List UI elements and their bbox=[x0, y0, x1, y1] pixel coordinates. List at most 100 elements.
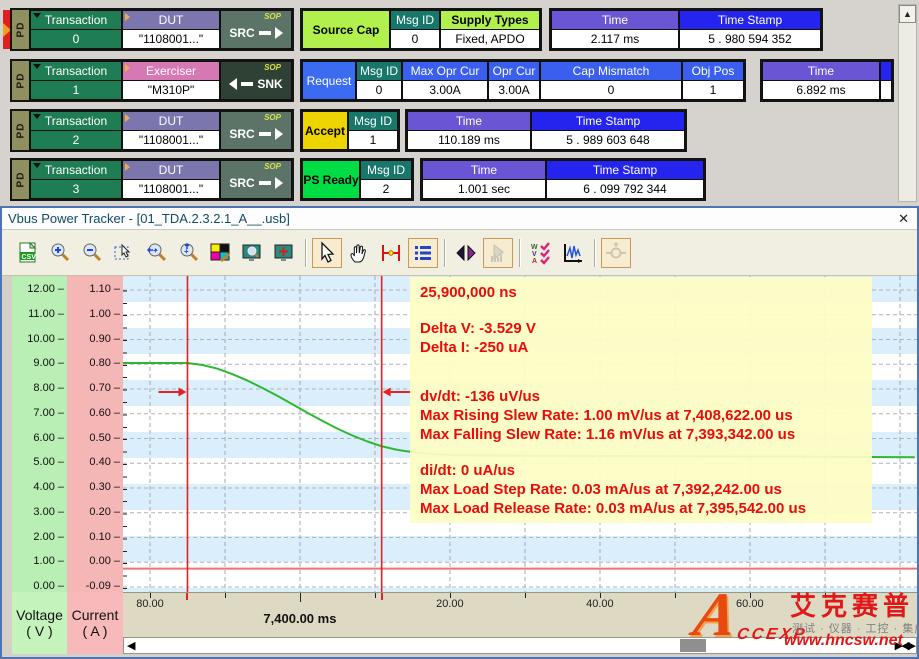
transaction-header[interactable]: Transaction bbox=[30, 111, 122, 131]
voltage-tick-label: 9.00 – bbox=[33, 357, 64, 371]
field-col: Msg ID0 bbox=[356, 61, 402, 100]
svg-text:+: + bbox=[184, 247, 189, 256]
select-cursor-icon[interactable] bbox=[312, 238, 342, 268]
voltage-tick-label: 1.00 – bbox=[33, 555, 64, 569]
close-icon[interactable]: ✕ bbox=[898, 211, 909, 227]
direction-row: SNK bbox=[221, 77, 291, 91]
device-header[interactable]: DUT bbox=[122, 10, 220, 30]
message-group: PS ReadyMsg ID2 bbox=[300, 158, 414, 201]
arrow-bar-icon bbox=[259, 181, 271, 185]
current-tick-label: 0.60 – bbox=[89, 407, 120, 421]
svg-text:W: W bbox=[531, 244, 538, 251]
device-value: "1108001..." bbox=[122, 180, 220, 199]
time-header: Time bbox=[422, 160, 546, 180]
export-csv-icon[interactable]: CSV bbox=[13, 238, 43, 268]
time-col bbox=[880, 61, 892, 100]
plot-edge-ticks bbox=[123, 279, 127, 592]
sort-down-icon bbox=[33, 163, 41, 168]
scale-waveform-icon[interactable] bbox=[558, 238, 588, 268]
collapse-markers-icon[interactable] bbox=[451, 238, 481, 268]
arrow-bar-icon bbox=[259, 132, 271, 136]
time-header: Time Stamp bbox=[531, 111, 685, 131]
x-minor-tick bbox=[375, 593, 376, 598]
transactions-scrollbar[interactable]: ▲ bbox=[898, 4, 917, 202]
x-minor-tick bbox=[225, 593, 226, 598]
time-scrollbar[interactable]: ◀ ▶◀▶ bbox=[123, 637, 917, 654]
transaction-row[interactable]: PDTransaction1Exerciser"M310P"SOPSNKRequ… bbox=[0, 59, 897, 102]
expand-right-icon bbox=[125, 64, 130, 72]
current-axis-unit: ( A ) bbox=[83, 623, 108, 639]
direction-label: SRC bbox=[229, 127, 254, 141]
scroll-up-button[interactable]: ▲ bbox=[899, 5, 916, 23]
transaction-number: 3 bbox=[30, 180, 122, 199]
show-list-icon[interactable] bbox=[408, 238, 438, 268]
device-value: "M310P" bbox=[122, 81, 220, 100]
svg-text:V: V bbox=[532, 251, 537, 258]
voltage-tick-label: 3.00 – bbox=[33, 506, 64, 520]
field-header: Supply Types bbox=[440, 10, 540, 30]
field-value: 1 bbox=[682, 81, 744, 100]
time-value: 5 . 989 603 648 bbox=[531, 131, 685, 150]
zoom-out-icon[interactable] bbox=[77, 238, 107, 268]
field-col: Msg ID0 bbox=[390, 10, 440, 49]
zoom-region-icon[interactable] bbox=[109, 238, 139, 268]
transaction-col: Transaction3 bbox=[30, 160, 122, 199]
direction-row: SRC bbox=[221, 176, 291, 190]
zoom-horizontal-icon[interactable]: + bbox=[141, 238, 171, 268]
time-header bbox=[880, 61, 892, 81]
measure-markers-icon[interactable] bbox=[376, 238, 406, 268]
transaction-id-group: PDTransaction1Exerciser"M310P"SOPSNK bbox=[10, 59, 294, 102]
device-col: DUT"1108001..." bbox=[122, 160, 220, 199]
field-col: Supply TypesFixed, APDO bbox=[440, 10, 540, 49]
current-axis-column: 1.10 –1.00 –0.90 –0.80 –0.70 –0.60 –0.50… bbox=[67, 276, 123, 592]
pd-label: PD bbox=[15, 123, 26, 139]
view-zoom-window-icon[interactable] bbox=[237, 238, 267, 268]
x-tick bbox=[300, 593, 301, 602]
device-header[interactable]: Exerciser bbox=[122, 61, 220, 81]
field-value: Fixed, APDO bbox=[440, 30, 540, 49]
zoom-vertical-icon[interactable]: + bbox=[173, 238, 203, 268]
device-col: DUT"1108001..." bbox=[122, 111, 220, 150]
x-tick-label: 40.00 bbox=[586, 598, 614, 610]
message-type-cell[interactable]: Request bbox=[302, 61, 356, 100]
transaction-row[interactable]: PDTransaction3DUT"1108001..."SOPSRCPS Re… bbox=[0, 158, 897, 201]
waveform-plot-area[interactable]: 25,900,000 nsDelta V: -3.529 VDelta I: -… bbox=[123, 276, 917, 592]
annotation-line: Max Rising Slew Rate: 1.00 mV/us at 7,40… bbox=[420, 406, 872, 425]
arrow-right-icon bbox=[275, 27, 283, 39]
field-header: Obj Pos bbox=[682, 61, 744, 81]
time-header: Time bbox=[407, 111, 531, 131]
transaction-row[interactable]: PDTransaction0DUT"1108001..."SOPSRCSourc… bbox=[0, 8, 897, 51]
sop-label: SOP bbox=[264, 162, 281, 171]
time-col: Time Stamp5 . 989 603 648 bbox=[531, 111, 685, 150]
transaction-header[interactable]: Transaction bbox=[30, 61, 122, 81]
pan-hand-icon[interactable] bbox=[344, 238, 374, 268]
transaction-header[interactable]: Transaction bbox=[30, 10, 122, 30]
field-value: 0 bbox=[356, 81, 402, 100]
scrollbar-thumb[interactable] bbox=[680, 639, 706, 652]
scroll-right-icons[interactable]: ▶◀▶ bbox=[895, 639, 914, 652]
signal-checks-icon[interactable]: WVA bbox=[526, 238, 556, 268]
transaction-header[interactable]: Transaction bbox=[30, 160, 122, 180]
message-type-cell[interactable]: Accept bbox=[302, 111, 348, 150]
annotation-line: di/dt: 0 uA/us bbox=[420, 461, 872, 480]
transaction-col: Transaction0 bbox=[30, 10, 122, 49]
message-type-cell[interactable]: PS Ready bbox=[302, 160, 360, 199]
color-settings-icon[interactable] bbox=[205, 238, 235, 268]
device-col: Exerciser"M310P" bbox=[122, 61, 220, 100]
pd-label: PD bbox=[15, 73, 26, 89]
voltage-axis-name: Voltage bbox=[16, 607, 63, 623]
voltage-tick-label: 5.00 – bbox=[33, 456, 64, 470]
voltage-tick-label: 2.00 – bbox=[33, 531, 64, 545]
scroll-left-icon[interactable]: ◀ bbox=[127, 639, 135, 652]
direction-label: SRC bbox=[229, 26, 254, 40]
transaction-row[interactable]: PDTransaction2DUT"1108001..."SOPSRCAccep… bbox=[0, 109, 897, 152]
time-group: Time2.117 msTime Stamp5 . 980 594 352 bbox=[549, 8, 823, 51]
center-screen-icon[interactable] bbox=[269, 238, 299, 268]
svg-text:CSV: CSV bbox=[22, 254, 37, 261]
zoom-in-icon[interactable] bbox=[45, 238, 75, 268]
message-type-cell[interactable]: Source Cap bbox=[302, 10, 390, 49]
device-header[interactable]: DUT bbox=[122, 160, 220, 180]
time-value: 5 . 980 594 352 bbox=[679, 30, 821, 49]
annotation-line: Delta I: -250 uA bbox=[420, 338, 872, 357]
device-header[interactable]: DUT bbox=[122, 111, 220, 131]
